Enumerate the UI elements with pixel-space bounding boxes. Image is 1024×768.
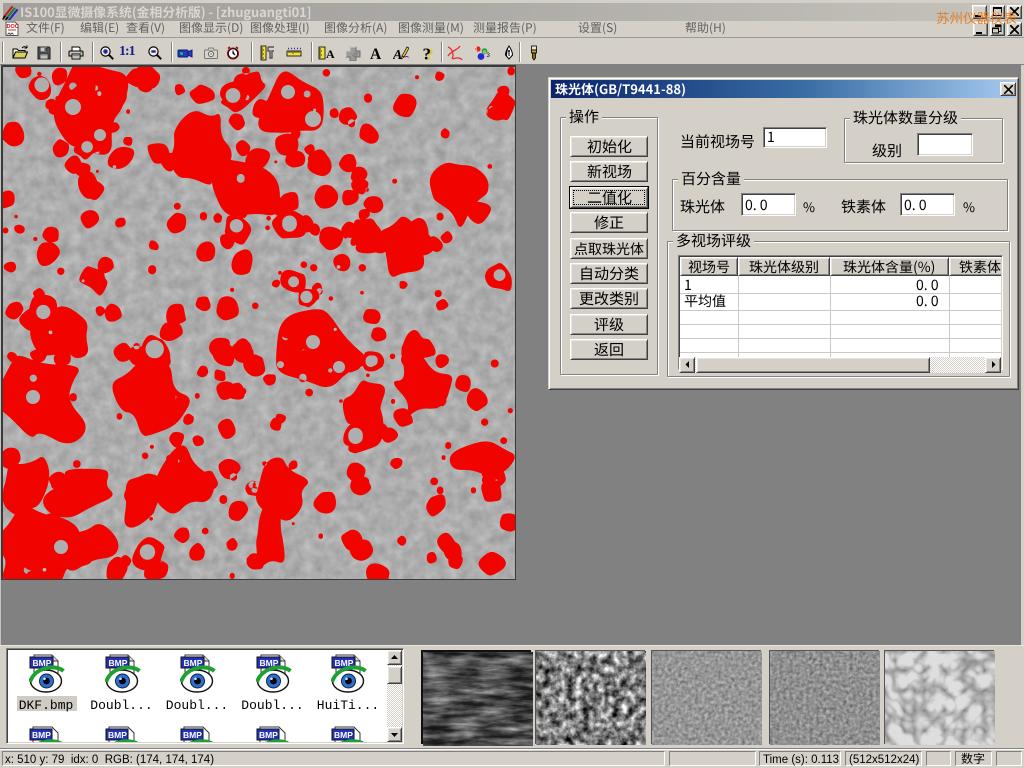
svg-text:A: A <box>393 48 402 61</box>
svg-text:DOC: DOC <box>7 24 19 30</box>
svg-text:3: 3 <box>487 53 491 59</box>
svg-text:A: A <box>370 46 382 61</box>
svg-text:A: A <box>326 47 335 61</box>
svg-text:?: ? <box>423 45 432 61</box>
svg-text:1: 1 <box>475 47 478 53</box>
